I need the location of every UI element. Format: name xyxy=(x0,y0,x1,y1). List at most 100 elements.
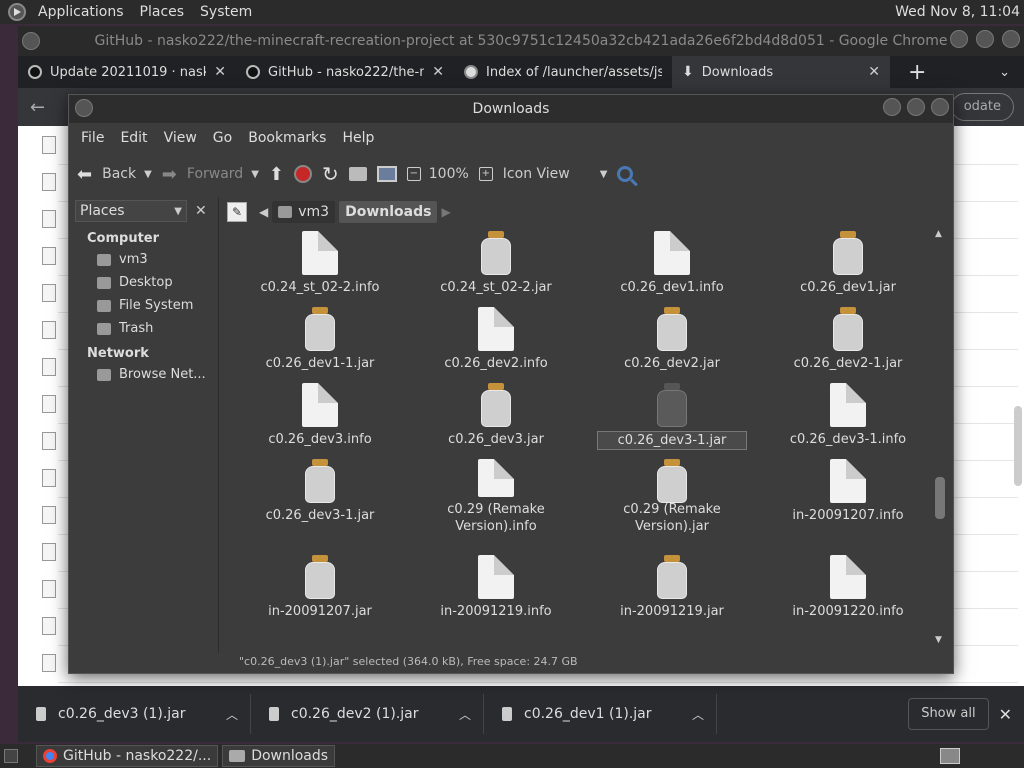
up-button[interactable]: ⬆ xyxy=(269,164,284,185)
clock[interactable]: Wed Nov 8, 11:04 xyxy=(895,4,1024,20)
file-item[interactable]: c0.29 (Remake Version).jar xyxy=(587,459,757,535)
page-row-checkbox[interactable] xyxy=(42,617,56,635)
files-titlebar[interactable]: Downloads xyxy=(69,95,953,123)
menu-file[interactable]: File xyxy=(73,130,112,146)
page-row-checkbox[interactable] xyxy=(42,543,56,561)
download-item[interactable]: c0.26_dev1 (1).jar ︿ xyxy=(484,694,717,734)
file-grid-scrollbar[interactable]: ▲ ▼ xyxy=(935,229,945,645)
file-item[interactable]: in-20091219.jar xyxy=(587,555,757,631)
chrome-titlebar[interactable]: GitHub - nasko222/the-minecraft-recreati… xyxy=(18,26,1024,56)
page-row-checkbox[interactable] xyxy=(42,654,56,672)
file-item[interactable]: c0.24_st_02-2.jar xyxy=(411,231,581,307)
close-downloads-bar-icon[interactable]: ✕ xyxy=(999,705,1012,724)
sidebar-item-trash[interactable]: Trash xyxy=(69,317,218,340)
page-row-checkbox[interactable] xyxy=(42,358,56,376)
file-item[interactable]: in-20091219.info xyxy=(411,555,581,631)
tab-index[interactable]: Index of /launcher/assets/js xyxy=(454,56,672,88)
page-row-checkbox[interactable] xyxy=(42,506,56,524)
tab-github[interactable]: GitHub - nasko222/the-mi ✕ xyxy=(236,56,454,88)
computer-button[interactable] xyxy=(376,166,397,182)
file-item[interactable]: in-20091207.jar xyxy=(235,555,405,631)
page-row-checkbox[interactable] xyxy=(42,580,56,598)
gnome-foot-icon[interactable] xyxy=(8,3,26,21)
menu-go[interactable]: Go xyxy=(205,130,240,146)
zoom-out-button[interactable]: − 100% xyxy=(406,166,469,182)
file-item[interactable]: c0.26_dev3-1.jar xyxy=(235,459,405,535)
minimize-icon[interactable] xyxy=(950,30,968,48)
file-item[interactable]: c0.26_dev3-1.info xyxy=(763,383,933,459)
page-row-checkbox[interactable] xyxy=(42,247,56,265)
window-menu-icon[interactable] xyxy=(75,99,93,117)
tab-update[interactable]: Update 20211019 · nasko22 ✕ xyxy=(18,56,236,88)
file-item[interactable]: c0.29 (Remake Version).info xyxy=(411,459,581,535)
zoom-in-button[interactable]: + xyxy=(478,167,493,181)
page-row-checkbox[interactable] xyxy=(42,469,56,487)
edit-location-icon[interactable]: ✎ xyxy=(227,202,247,222)
download-item[interactable]: c0.26_dev3 (1).jar ︿ xyxy=(18,694,251,734)
page-row-checkbox[interactable] xyxy=(42,173,56,191)
stop-button[interactable] xyxy=(294,165,312,183)
sidebar-item-desktop[interactable]: Desktop xyxy=(69,271,218,294)
menu-help[interactable]: Help xyxy=(334,130,382,146)
caret-down-icon[interactable]: ▼ xyxy=(251,169,259,180)
workspace-switcher-icon[interactable] xyxy=(940,748,960,764)
file-item[interactable]: c0.26_dev3.jar xyxy=(411,383,581,459)
tab-close-icon[interactable]: ✕ xyxy=(868,64,880,80)
scroll-up-icon[interactable]: ▲ xyxy=(935,229,942,239)
page-row-checkbox[interactable] xyxy=(42,321,56,339)
file-item[interactable]: in-20091220.info xyxy=(763,555,933,631)
sidebar-mode-select[interactable]: Places ▼ xyxy=(75,200,187,222)
breadcrumb-downloads[interactable]: Downloads xyxy=(339,201,438,223)
page-row-checkbox[interactable] xyxy=(42,210,56,228)
caret-down-icon[interactable]: ▼ xyxy=(144,169,152,180)
file-item[interactable]: c0.26_dev1.info xyxy=(587,231,757,307)
scroll-thumb[interactable] xyxy=(935,477,945,519)
page-row-checkbox[interactable] xyxy=(42,136,56,154)
chevron-up-icon[interactable]: ︿ xyxy=(459,706,471,723)
sidebar-item-browse-network[interactable]: Browse Net... xyxy=(69,363,218,386)
tab-close-icon[interactable]: ✕ xyxy=(432,64,444,80)
home-button[interactable] xyxy=(348,167,367,181)
view-mode-select[interactable]: Icon View ▼ xyxy=(503,166,608,182)
crumb-right-arrow-icon[interactable]: ▶ xyxy=(441,205,450,219)
system-menu[interactable]: System xyxy=(192,4,260,20)
maximize-icon[interactable] xyxy=(976,30,994,48)
download-item[interactable]: c0.26_dev2 (1).jar ︿ xyxy=(251,694,484,734)
show-desktop-icon[interactable] xyxy=(4,749,18,763)
page-scrollbar[interactable] xyxy=(1014,406,1022,486)
breadcrumb-vm3[interactable]: vm3 xyxy=(272,201,336,223)
crumb-left-arrow-icon[interactable]: ◀ xyxy=(259,205,268,219)
task-chrome[interactable]: GitHub - nasko222/... xyxy=(36,745,219,767)
menu-bookmarks[interactable]: Bookmarks xyxy=(240,130,334,146)
file-item[interactable]: c0.26_dev2.info xyxy=(411,307,581,383)
file-item[interactable]: c0.26_dev1.jar xyxy=(763,231,933,307)
new-tab-button[interactable]: + xyxy=(908,60,926,85)
tab-search-chevron-icon[interactable]: ⌄ xyxy=(999,65,1010,80)
maximize-icon[interactable] xyxy=(907,98,925,116)
file-item[interactable]: c0.24_st_02-2.info xyxy=(235,231,405,307)
minimize-icon[interactable] xyxy=(883,98,901,116)
page-row-checkbox[interactable] xyxy=(42,432,56,450)
window-menu-icon[interactable] xyxy=(22,32,40,50)
file-item[interactable]: in-20091207.info xyxy=(763,459,933,535)
menu-edit[interactable]: Edit xyxy=(112,130,155,146)
file-item[interactable]: c0.26_dev1-1.jar xyxy=(235,307,405,383)
file-item[interactable]: c0.26_dev3.info xyxy=(235,383,405,459)
applications-menu[interactable]: Applications xyxy=(30,4,132,20)
page-row-checkbox[interactable] xyxy=(42,395,56,413)
back-button[interactable]: ⬅ Back ▼ xyxy=(77,164,152,185)
show-all-button[interactable]: Show all xyxy=(908,698,989,730)
scroll-down-icon[interactable]: ▼ xyxy=(935,635,942,645)
chevron-up-icon[interactable]: ︿ xyxy=(226,706,238,723)
search-button[interactable] xyxy=(617,166,634,182)
sidebar-item-vm3[interactable]: vm3 xyxy=(69,248,218,271)
sidebar-item-file-system[interactable]: File System xyxy=(69,294,218,317)
tab-downloads[interactable]: ⬇ Downloads ✕ xyxy=(672,56,890,88)
file-item[interactable]: c0.26_dev2.jar xyxy=(587,307,757,383)
close-window-icon[interactable] xyxy=(1002,30,1020,48)
forward-button[interactable]: ➡ Forward ▼ xyxy=(162,164,259,185)
update-button[interactable]: odate xyxy=(950,93,1014,121)
reload-button[interactable]: ↻ xyxy=(322,162,339,186)
browser-back-button[interactable]: ← xyxy=(30,97,45,118)
file-item[interactable]: c0.26_dev2-1.jar xyxy=(763,307,933,383)
